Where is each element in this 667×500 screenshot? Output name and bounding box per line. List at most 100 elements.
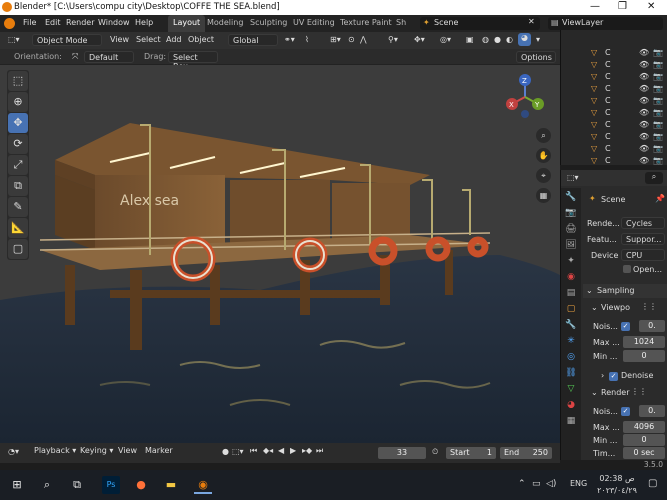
jump-keyframe-back-icon[interactable]: ◆◂ [263,446,273,455]
camera-render-icon[interactable]: 📷 [653,144,663,153]
snap-target-icon[interactable]: ⊞▾ [330,35,341,44]
outliner-row[interactable]: ▽ C 👁 📷 [561,72,667,84]
vp-noise-checkbox[interactable]: ✓ [621,322,630,331]
menu-marker[interactable]: Marker [145,446,173,455]
camera-render-icon[interactable]: 📷 [653,84,663,93]
properties-editor-icon[interactable]: ⬚▾ [567,173,579,182]
rotate-icon[interactable]: ⟳ [8,134,28,154]
maximize-icon[interactable]: ❐ [618,1,627,12]
jump-keyframe-forward-icon[interactable]: ▸◆ [302,446,312,455]
menu-render[interactable]: Render [66,18,94,27]
collection-tab-icon[interactable]: ▤ [563,286,579,300]
r-noise-checkbox[interactable]: ✓ [621,407,630,416]
tab-shading[interactable]: Sh [391,15,411,32]
search-icon[interactable]: ⌕ [38,476,56,494]
tab-layout[interactable]: Layout [168,15,206,32]
menu-help[interactable]: Help [135,18,153,27]
clock-date[interactable]: ٢٠٢٣/٠٤/٢٩ [596,486,638,495]
vp-max-samples-field[interactable]: 1024 [623,336,665,348]
collapse-chevron-icon[interactable]: › [601,371,604,380]
menu-keying[interactable]: Keying ▾ [80,446,113,455]
menu-view[interactable]: View [110,35,129,44]
zoom-icon[interactable]: ⌕ [536,128,551,143]
menu-select[interactable]: Select [136,35,161,44]
drag-handle-icon[interactable]: ⋮⋮ [631,387,647,396]
notifications-icon[interactable]: ▢ [648,478,657,489]
show-hidden-icons-icon[interactable]: ⌃ [518,479,526,489]
texture-tab-icon[interactable]: ▦ [563,414,579,428]
record-icon[interactable]: ● [222,447,229,456]
denoise-checkbox[interactable]: ✓ [609,372,618,381]
drag-handle-icon[interactable]: ⋮⋮ [641,302,657,311]
modifier-tab-icon[interactable]: 🔧 [563,318,579,332]
tab-modeling[interactable]: Modeling [202,15,248,32]
device-dropdown[interactable]: CPU [621,249,665,261]
render-engine-dropdown[interactable]: Cycles [621,217,665,229]
eye-icon[interactable]: 👁 [639,84,649,93]
windows-start-icon[interactable]: ⊞ [8,476,26,494]
camera-render-icon[interactable]: 📷 [653,96,663,105]
pan-hand-icon[interactable]: ✋ [536,148,551,163]
shading-material-icon[interactable]: ◐ [506,35,513,44]
eye-icon[interactable]: 👁 [639,72,649,81]
scene-close-icon[interactable]: ✕ [528,17,535,26]
firefox-icon[interactable]: ● [132,476,150,494]
physics-tab-icon[interactable]: ◎ [563,350,579,364]
world-tab-icon[interactable]: ◉ [563,270,579,284]
eye-icon[interactable]: 👁 [639,144,649,153]
visibility-icon[interactable]: ⚲▾ [388,35,398,44]
falloff-icon[interactable]: ⋀ [360,35,367,44]
menu-playback[interactable]: Playback ▾ [34,446,76,455]
camera-render-icon[interactable]: 📷 [653,60,663,69]
editor-type-icon[interactable]: ⬚▾ [8,35,20,44]
shading-wireframe-icon[interactable]: ◍ [482,35,489,44]
output-tab-icon[interactable]: 🖨 [563,222,579,236]
cursor-icon[interactable]: ⊕ [8,92,28,112]
annotate-icon[interactable]: ✎ [8,197,28,217]
camera-icon[interactable]: ⌖ [536,168,551,183]
outliner-row[interactable]: ▽ C 👁 📷 [561,132,667,144]
proportional-edit-icon[interactable]: ⊙ [348,35,355,44]
render-tab-icon[interactable]: 📷 [563,206,579,220]
scene-tab-icon[interactable]: ✦ [563,254,579,268]
r-time-limit-field[interactable]: 0 sec [623,447,665,459]
move-icon[interactable]: ✥ [8,113,28,133]
eye-icon[interactable]: 👁 [639,60,649,69]
axis-gizmo[interactable]: Z X Y [500,72,550,122]
eye-icon[interactable]: 👁 [639,96,649,105]
shading-solid-icon[interactable]: ● [494,35,501,44]
file-explorer-icon[interactable]: ▬ [162,476,180,494]
view-layer-selector[interactable]: ▤ ViewLayer [548,17,663,30]
eye-icon[interactable]: 👁 [639,120,649,129]
tab-sculpting[interactable]: Sculpting [245,15,292,32]
outliner-row[interactable]: ▽ C 👁 📷 [561,48,667,60]
eye-icon[interactable]: 👁 [639,108,649,117]
r-min-samples-field[interactable]: 0 [623,434,665,446]
outliner-row[interactable]: ▽ C 👁 📷 [561,156,667,168]
minimize-icon[interactable]: — [590,1,600,12]
transform-orientation-dropdown[interactable]: Global [228,34,278,46]
camera-render-icon[interactable]: 📷 [653,72,663,81]
view-layer-tab-icon[interactable]: 🖼 [563,238,579,252]
clock-time[interactable]: 02:38 ص [596,474,638,483]
eye-icon[interactable]: 👁 [639,156,649,165]
options-dropdown[interactable]: Options [516,51,556,63]
volume-icon[interactable]: ◁) [546,479,556,489]
language-indicator[interactable]: ENG [570,479,587,488]
menu-edit[interactable]: Edit [45,18,61,27]
transform-icon[interactable]: ⧉ [8,176,28,196]
vp-noise-field[interactable]: 0. [639,320,665,332]
constraints-tab-icon[interactable]: ⛓ [563,366,579,380]
auto-key-options-icon[interactable]: ⬚▾ [232,447,244,456]
r-max-samples-field[interactable]: 4096 [623,421,665,433]
shading-options-icon[interactable]: ▾ [536,35,540,44]
blender-menu-icon[interactable] [4,18,15,29]
eye-icon[interactable]: 👁 [639,132,649,141]
r-noise-field[interactable]: 0. [639,405,665,417]
outliner-row[interactable]: ▽ C 👁 📷 [561,144,667,156]
scene-selector[interactable]: ✦ Scene ✕ [420,17,540,30]
object-tab-icon[interactable]: ▢ [563,302,579,316]
outliner-row[interactable]: ▽ C 👁 📷 [561,96,667,108]
tab-texture-paint[interactable]: Texture Paint [335,15,397,32]
particles-tab-icon[interactable]: ✳ [563,334,579,348]
